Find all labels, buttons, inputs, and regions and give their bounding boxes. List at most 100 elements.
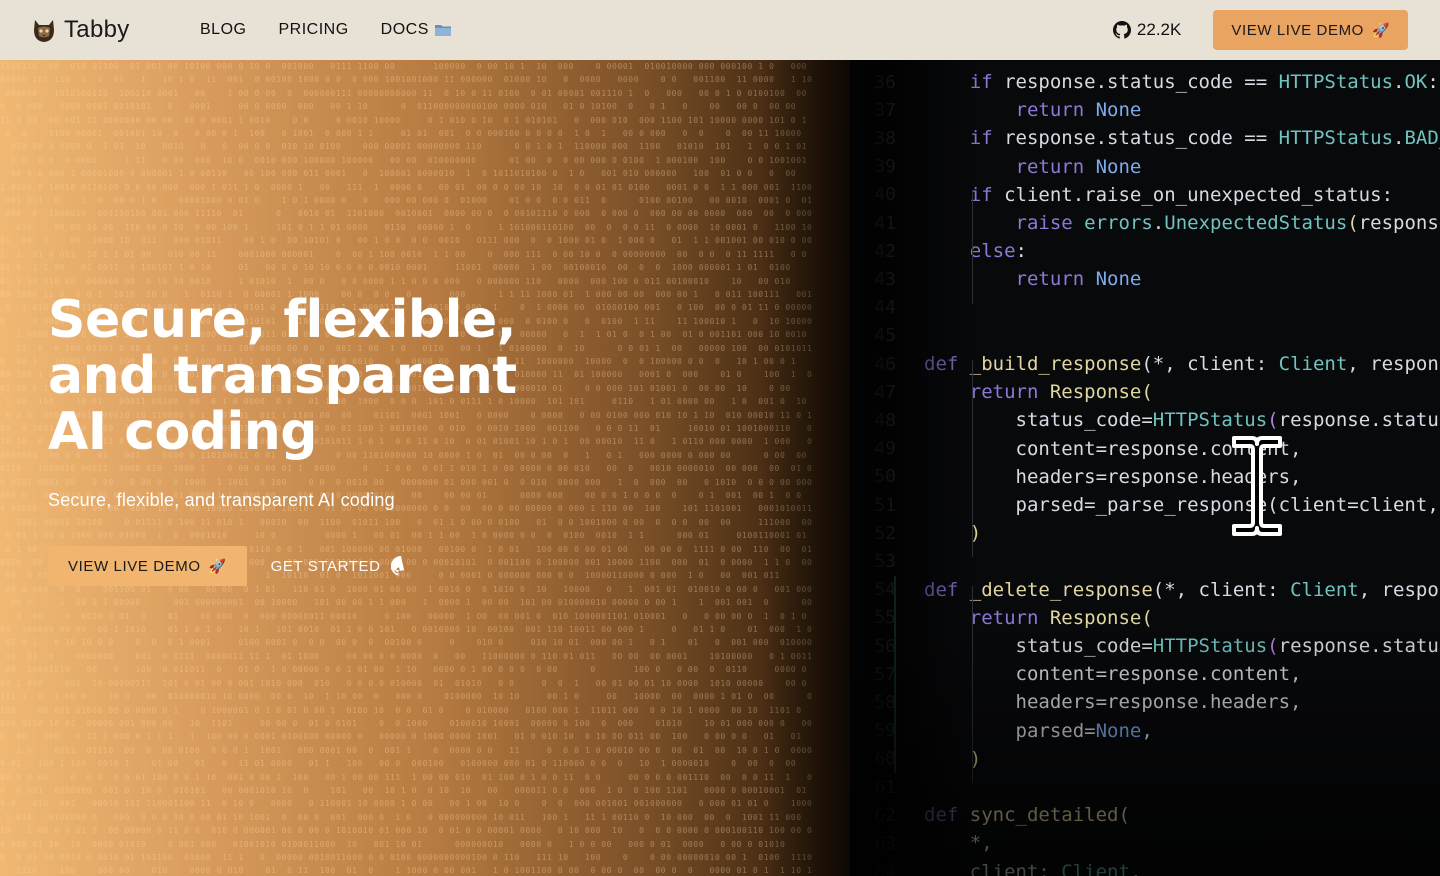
line-number: 59 <box>874 720 896 742</box>
line-number: 37 <box>874 99 896 121</box>
line-number: 39 <box>874 156 896 178</box>
code-line: 46 def _build_response(*, client: Client,… <box>850 350 1440 378</box>
code-line: 53 <box>850 547 1440 575</box>
code-line: 52 ) <box>850 519 1440 547</box>
hero-title: Secure, flexible, and transparent AI cod… <box>48 292 608 460</box>
line-number: 48 <box>874 409 896 431</box>
code-line: 54 def _delete_response(*, client: Client… <box>850 576 1440 604</box>
get-started-button[interactable]: GET STARTED <box>271 556 411 576</box>
code-text: status_code=HTTPStatus(response.status <box>924 409 1440 432</box>
code-editor-background: 36 if response.status_code == HTTPStatus… <box>850 60 1440 876</box>
code-line: 45 <box>850 322 1440 350</box>
nav-link-pricing[interactable]: PRICING <box>278 21 348 39</box>
code-line: 47 return Response( <box>850 378 1440 406</box>
code-line: 49 content=response.content, <box>850 435 1440 463</box>
line-number: 44 <box>874 297 896 319</box>
nav-right: 22.2K VIEW LIVE DEMO 🚀 <box>1112 10 1408 50</box>
github-icon <box>1112 21 1131 39</box>
code-text: if response.status_code == HTTPStatus.OK… <box>924 71 1439 93</box>
nav-link-blog[interactable]: BLOG <box>200 21 246 39</box>
code-text: *, <box>924 832 993 855</box>
code-text: parsed=None, <box>924 719 1153 742</box>
line-number: 41 <box>874 212 896 234</box>
brand-name: Tabby <box>64 16 130 43</box>
code-line: 48 status_code=HTTPStatus(response.statu… <box>850 406 1440 434</box>
hero-view-live-demo-button[interactable]: VIEW LIVE DEMO 🚀 <box>48 546 247 586</box>
code-line: 40 if client.raise_on_unexpected_status: <box>850 181 1440 209</box>
hero-demo-label: VIEW LIVE DEMO <box>68 557 201 575</box>
code-line: 58 headers=response.headers, <box>850 688 1440 716</box>
line-number: 55 <box>874 607 896 629</box>
code-text: def _build_response(*, client: Client, r… <box>924 353 1440 375</box>
code-line: 59 parsed=None, <box>850 717 1440 745</box>
line-number: 47 <box>874 381 896 403</box>
hero-title-line-2: and transparent <box>48 346 517 406</box>
code-line: 55 return Response( <box>850 604 1440 632</box>
code-text: def _delete_response(*, client: Client, … <box>924 578 1440 601</box>
code-line: 64 client: Client, <box>850 858 1440 876</box>
hero-actions: VIEW LIVE DEMO 🚀 GET STARTED <box>48 546 411 586</box>
code-text: return None <box>924 268 1142 291</box>
code-line: 37 return None <box>850 96 1440 124</box>
nav-link-docs-label: DOCS <box>380 21 429 38</box>
indent-guide <box>972 360 973 558</box>
code-text: else: <box>924 240 1027 263</box>
code-line: 57 content=response.content, <box>850 660 1440 688</box>
line-number: 45 <box>874 325 896 347</box>
github-stars-count: 22.2K <box>1136 20 1182 39</box>
nav-links: BLOG PRICING DOCS <box>200 21 451 39</box>
line-number: 49 <box>874 438 896 460</box>
code-line: 39 return None <box>850 153 1440 181</box>
indent-guide <box>972 585 973 783</box>
code-line: 62 def sync_detailed( <box>850 801 1440 829</box>
code-text: def sync_detailed( <box>924 804 1130 827</box>
code-line: 41 raise errors.UnexpectedStatus(respons… <box>850 209 1440 237</box>
line-number: 61 <box>874 776 896 798</box>
code-line: 50 headers=response.headers, <box>850 463 1440 491</box>
line-number: 58 <box>874 691 896 713</box>
line-number: 51 <box>874 494 896 516</box>
line-number: 64 <box>874 861 896 876</box>
indent-guide <box>972 190 973 304</box>
top-navbar: Tabby BLOG PRICING DOCS 22.2K VIEW LIVE … <box>0 0 1440 60</box>
nav-link-docs[interactable]: DOCS <box>381 21 451 39</box>
git-change-marker <box>894 575 896 773</box>
rocket-icon: 🚀 <box>1371 21 1390 38</box>
line-number: 40 <box>874 184 896 206</box>
line-number: 46 <box>874 353 896 375</box>
code-line: 61 <box>850 773 1440 801</box>
code-line: 43 return None <box>850 265 1440 293</box>
brand[interactable]: Tabby <box>32 16 200 44</box>
folder-icon <box>434 25 451 36</box>
tabby-logo-icon <box>34 20 54 42</box>
code-line: 42 else: <box>850 237 1440 265</box>
code-line: 44 <box>850 294 1440 322</box>
line-number: 43 <box>874 268 896 290</box>
nav-view-live-demo-button[interactable]: VIEW LIVE DEMO 🚀 <box>1213 10 1408 50</box>
line-number: 54 <box>874 579 896 601</box>
hero-title-line-3: AI coding <box>48 402 318 462</box>
get-started-label: GET STARTED <box>270 557 381 575</box>
line-number: 56 <box>874 635 896 657</box>
code-text: status_code=HTTPStatus(response.status <box>924 635 1440 657</box>
line-number: 38 <box>874 127 896 149</box>
line-number: 36 <box>874 71 896 93</box>
code-line: 63 *, <box>850 829 1440 857</box>
code-line: 36 if response.status_code == HTTPStatus… <box>850 68 1440 96</box>
nav-demo-label: VIEW LIVE DEMO <box>1231 21 1364 39</box>
line-number: 53 <box>874 550 896 572</box>
binary-rain-background: 1100110 00 010 01100 01 001 00 10100 000… <box>0 62 813 876</box>
code-line: 60 ) <box>850 745 1440 773</box>
hero-title-line-1: Secure, flexible, <box>48 290 516 350</box>
code-line: 56 status_code=HTTPStatus(response.statu… <box>850 632 1440 660</box>
code-text: if client.raise_on_unexpected_status: <box>924 183 1394 206</box>
hero-subtitle: Secure, flexible, and transparent AI cod… <box>48 490 395 510</box>
code-text: if response.status_code == HTTPStatus.BA… <box>924 127 1440 150</box>
github-stars-link[interactable]: 22.2K <box>1112 20 1182 40</box>
line-number: 57 <box>874 663 896 685</box>
code-text: headers=response.headers, <box>924 691 1302 714</box>
text-cursor-icon <box>1232 436 1282 536</box>
code-text: return None <box>924 99 1142 122</box>
line-number: 50 <box>874 466 896 488</box>
line-number: 60 <box>874 748 896 770</box>
